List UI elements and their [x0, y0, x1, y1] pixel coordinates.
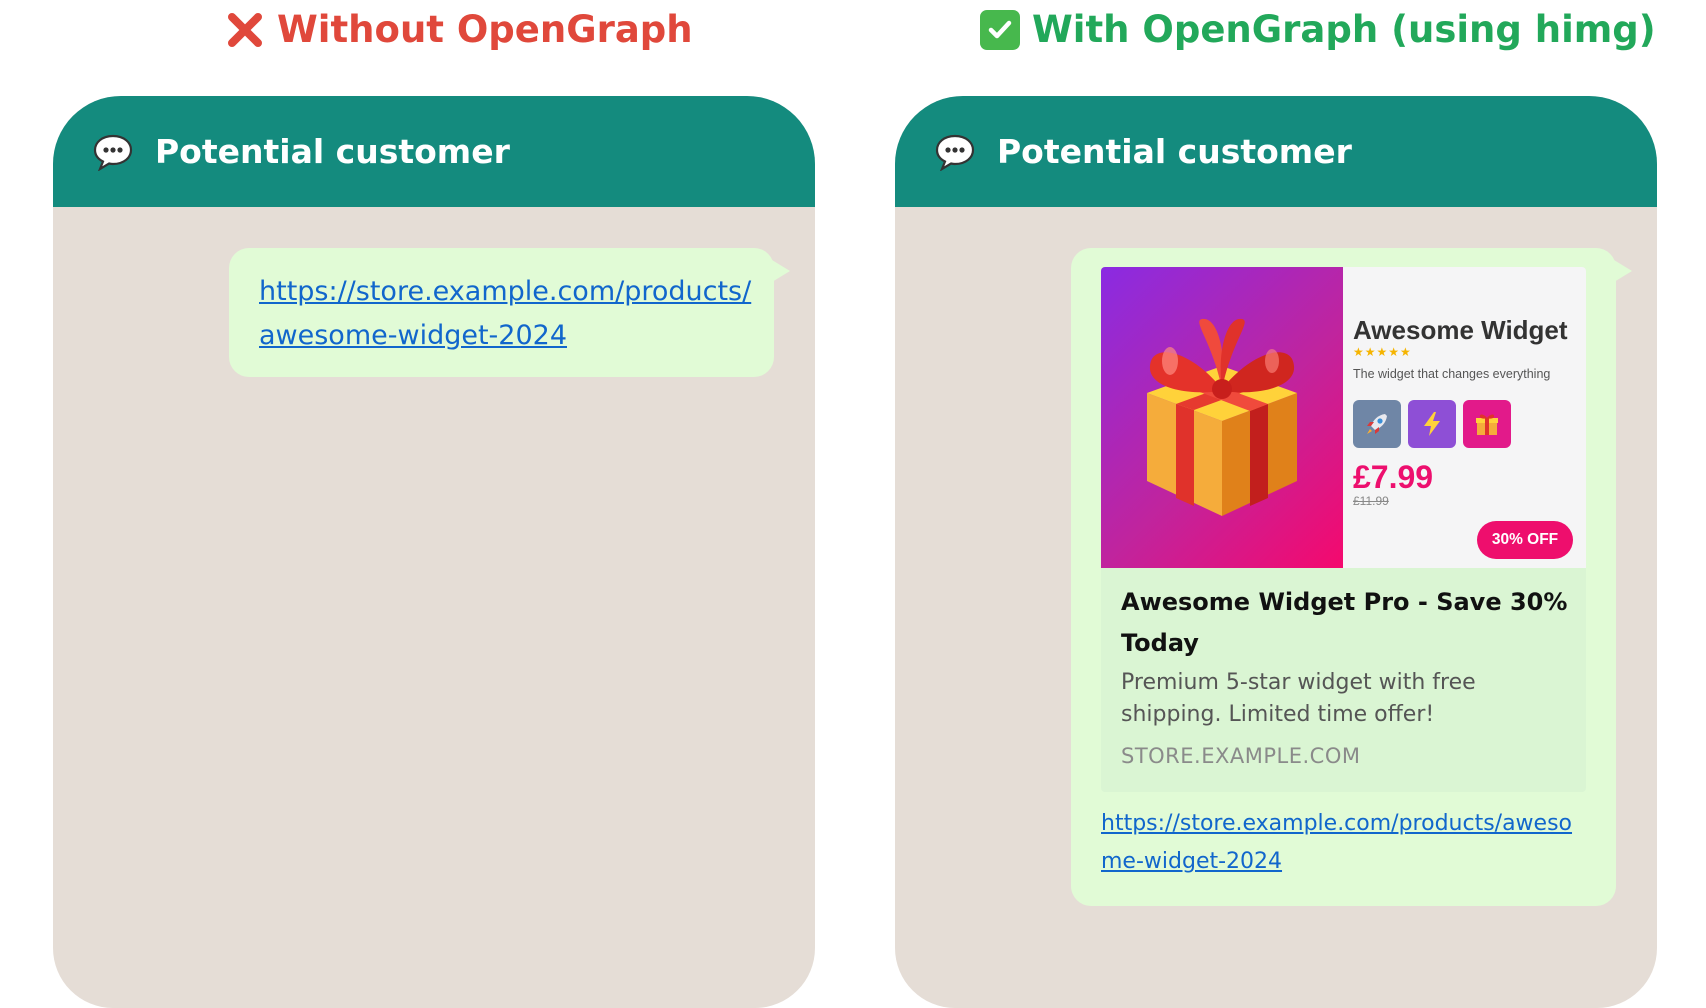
- bubble-tail: [1614, 260, 1632, 282]
- speech-bubble-icon: [93, 132, 133, 172]
- og-star-rating: ★★★★★: [1353, 345, 1412, 359]
- og-discount-badge: 30% OFF: [1477, 521, 1573, 559]
- contact-name: Potential customer: [155, 132, 510, 171]
- message-link[interactable]: https://store.example.com/products/aweso…: [1101, 805, 1581, 881]
- rocket-icon: [1353, 400, 1401, 448]
- lightning-icon: [1408, 400, 1456, 448]
- chat-window-without-preview: Potential customer https://store.example…: [53, 96, 815, 1008]
- gift-icon: [1463, 400, 1511, 448]
- contact-name: Potential customer: [997, 132, 1352, 171]
- without-opengraph-title: Without OpenGraph: [225, 6, 693, 54]
- speech-bubble-icon: [935, 132, 975, 172]
- og-image-details: Awesome Widget ★★★★★ The widget that cha…: [1343, 267, 1586, 568]
- message-bubble: Awesome Widget ★★★★★ The widget that cha…: [1071, 248, 1632, 906]
- chat-header: Potential customer: [895, 96, 1657, 207]
- link-preview-card[interactable]: Awesome Widget ★★★★★ The widget that cha…: [1101, 267, 1586, 792]
- check-mark-icon: [980, 10, 1020, 50]
- og-feature-badges: [1353, 400, 1511, 448]
- without-opengraph-label: Without OpenGraph: [277, 8, 693, 51]
- with-opengraph-label: With OpenGraph (using himg): [1032, 8, 1656, 51]
- preview-description: Premium 5-star widget with free shipping…: [1121, 670, 1476, 727]
- chat-window-with-preview: Potential customer Awesome Widget ★★★★★ …: [895, 96, 1657, 1008]
- og-old-price: £11.99: [1353, 494, 1389, 508]
- og-image: Awesome Widget ★★★★★ The widget that cha…: [1101, 267, 1586, 568]
- message-bubble: https://store.example.com/products/aweso…: [229, 248, 790, 377]
- message-link[interactable]: https://store.example.com/products/aweso…: [259, 270, 759, 358]
- og-image-hero: [1101, 267, 1343, 568]
- og-tagline: The widget that changes everything: [1353, 367, 1551, 381]
- cross-mark-icon: [225, 10, 265, 50]
- with-opengraph-title: With OpenGraph (using himg): [980, 6, 1656, 54]
- bubble-tail: [772, 260, 790, 282]
- gift-box-icon: [1132, 311, 1312, 525]
- preview-title: Awesome Widget Pro - Save 30% Today: [1121, 588, 1568, 657]
- og-product-name: Awesome Widget: [1353, 315, 1568, 345]
- preview-domain: STORE.EXAMPLE.COM: [1121, 744, 1361, 768]
- chat-header: Potential customer: [53, 96, 815, 207]
- og-price: £7.99: [1353, 459, 1434, 495]
